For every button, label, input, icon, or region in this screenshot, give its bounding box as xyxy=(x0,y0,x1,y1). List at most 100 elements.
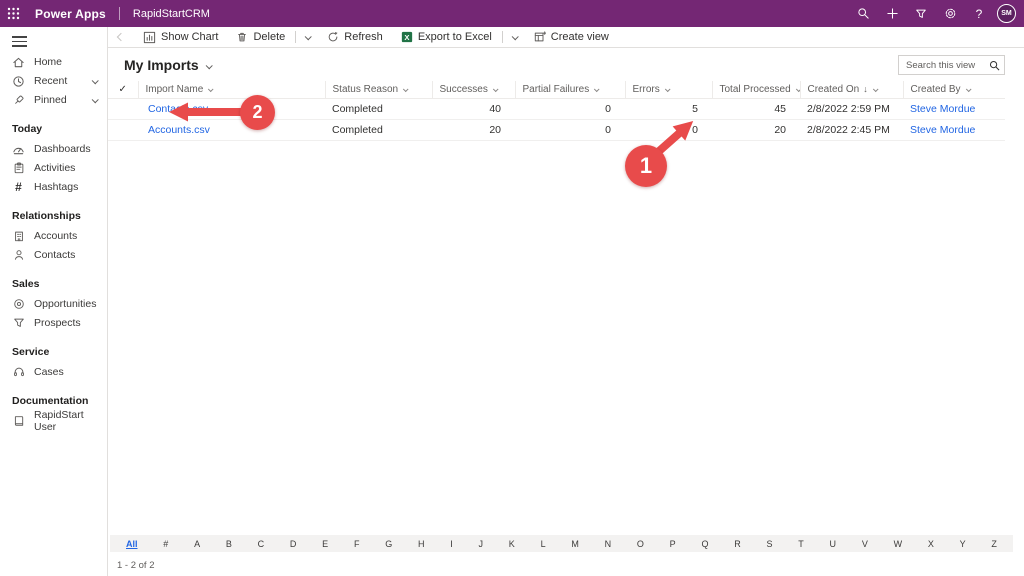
jump-letter-p[interactable]: P xyxy=(670,539,676,549)
add-icon[interactable] xyxy=(881,3,903,25)
jump-letter-j[interactable]: J xyxy=(479,539,484,549)
jump-letter-d[interactable]: D xyxy=(290,539,297,549)
jump-letter-#[interactable]: # xyxy=(163,539,168,549)
chevron-down-icon[interactable] xyxy=(92,94,97,106)
sidebar-item-prospects[interactable]: Prospects xyxy=(0,314,107,333)
chart-icon xyxy=(143,31,156,44)
environment-name[interactable]: RapidStartCRM xyxy=(133,8,210,20)
refresh-button[interactable]: Refresh xyxy=(318,27,392,47)
column-filter-chevron-icon[interactable] xyxy=(665,84,669,95)
delete-button[interactable]: Delete xyxy=(227,27,294,47)
sidebar-item-opportunities[interactable]: Opportunities xyxy=(0,295,107,314)
help-icon[interactable]: ? xyxy=(968,3,990,25)
column-filter-chevron-icon[interactable] xyxy=(966,84,970,95)
jump-letter-v[interactable]: V xyxy=(862,539,868,549)
jump-letter-x[interactable]: X xyxy=(928,539,934,549)
jump-letter-g[interactable]: G xyxy=(385,539,392,549)
view-selector-chevron-icon[interactable] xyxy=(206,56,211,74)
create-view-button[interactable]: Create view xyxy=(525,27,618,47)
jump-letter-z[interactable]: Z xyxy=(991,539,997,549)
sidebar-item-rapidstart-user[interactable]: RapidStart User xyxy=(0,412,107,431)
sidebar-item-contacts[interactable]: Contacts xyxy=(0,246,107,265)
column-filter-chevron-icon[interactable] xyxy=(208,84,212,95)
column-header-label: Created On xyxy=(808,84,860,95)
sidebar-item-dashboards[interactable]: Dashboards xyxy=(0,140,107,159)
jump-letter-l[interactable]: L xyxy=(541,539,546,549)
cell-created-on: 2/8/2022 2:59 PM xyxy=(800,98,903,119)
column-filter-chevron-icon[interactable] xyxy=(796,84,800,95)
filter-icon[interactable] xyxy=(910,3,932,25)
jump-letter-e[interactable]: E xyxy=(322,539,328,549)
jump-letter-k[interactable]: K xyxy=(509,539,515,549)
search-icon[interactable] xyxy=(989,60,1000,71)
record-link[interactable]: Contacts.csv xyxy=(148,103,208,115)
jump-letter-r[interactable]: R xyxy=(734,539,741,549)
column-filter-chevron-icon[interactable] xyxy=(594,84,598,95)
cell-errors: 5 xyxy=(625,98,712,119)
overflow-chevron-icon[interactable] xyxy=(504,27,525,47)
jump-letter-y[interactable]: Y xyxy=(960,539,966,549)
record-link[interactable]: Steve Mordue xyxy=(910,124,975,136)
export-to-excel-button[interactable]: XExport to Excel xyxy=(392,27,501,47)
column-header-errors[interactable]: Errors xyxy=(625,81,712,98)
column-header-label: Status Reason xyxy=(333,84,399,95)
jump-letter-q[interactable]: Q xyxy=(701,539,708,549)
target-icon xyxy=(12,298,25,311)
column-header-import-name[interactable]: Import Name xyxy=(138,81,325,98)
select-all-checkmark-icon[interactable]: ✓ xyxy=(108,81,138,98)
waffle-menu-icon[interactable] xyxy=(0,0,27,27)
jump-letter-s[interactable]: S xyxy=(767,539,773,549)
toolbar-button-label: Show Chart xyxy=(161,31,218,43)
jump-letter-n[interactable]: N xyxy=(605,539,612,549)
jump-letter-o[interactable]: O xyxy=(637,539,644,549)
column-header-created-on[interactable]: Created On↓ xyxy=(800,81,903,98)
jump-letter-m[interactable]: M xyxy=(571,539,579,549)
sitemap-collapse-icon[interactable] xyxy=(12,36,27,47)
sidebar-item-activities[interactable]: Activities xyxy=(0,159,107,178)
settings-gear-icon[interactable] xyxy=(939,3,961,25)
jump-letter-w[interactable]: W xyxy=(894,539,903,549)
overflow-chevron-icon[interactable] xyxy=(297,27,318,47)
clock-icon xyxy=(12,75,25,88)
chevron-down-icon[interactable] xyxy=(92,75,97,87)
column-header-status-reason[interactable]: Status Reason xyxy=(325,81,432,98)
column-filter-chevron-icon[interactable] xyxy=(493,84,497,95)
row-select-cell[interactable] xyxy=(108,98,138,119)
column-filter-chevron-icon[interactable] xyxy=(403,84,407,95)
record-link[interactable]: Steve Mordue xyxy=(910,103,975,115)
jump-letter-all[interactable]: All xyxy=(126,539,138,549)
jump-letter-b[interactable]: B xyxy=(226,539,232,549)
column-header-successes[interactable]: Successes xyxy=(432,81,515,98)
sidebar-item-hashtags[interactable]: #Hashtags xyxy=(0,178,107,197)
app-title[interactable]: Power Apps xyxy=(35,7,106,21)
search-icon[interactable] xyxy=(852,3,874,25)
sidebar-item-pinned[interactable]: Pinned xyxy=(0,91,107,110)
cell-errors: 0 xyxy=(625,119,712,140)
jump-letter-t[interactable]: T xyxy=(798,539,804,549)
sidebar-item-home[interactable]: Home xyxy=(0,53,107,72)
jump-letter-h[interactable]: H xyxy=(418,539,425,549)
column-header-created-by[interactable]: Created By xyxy=(903,81,1005,98)
record-link[interactable]: Accounts.csv xyxy=(148,124,210,136)
show-chart-button[interactable]: Show Chart xyxy=(134,27,227,47)
back-button[interactable] xyxy=(108,34,134,40)
user-avatar[interactable]: SM xyxy=(997,4,1016,23)
view-selector[interactable]: My Imports xyxy=(124,57,199,73)
jump-letter-a[interactable]: A xyxy=(194,539,200,549)
sidebar-item-accounts[interactable]: Accounts xyxy=(0,227,107,246)
sidebar-item-label: RapidStart User xyxy=(34,409,107,433)
column-header-partial-failures[interactable]: Partial Failures xyxy=(515,81,625,98)
jump-letter-u[interactable]: U xyxy=(830,539,837,549)
column-header-total-processed[interactable]: Total Processed xyxy=(712,81,800,98)
sidebar-item-cases[interactable]: Cases xyxy=(0,363,107,382)
jump-letter-c[interactable]: C xyxy=(258,539,265,549)
jump-letter-i[interactable]: I xyxy=(450,539,453,549)
sidebar-item-label: Hashtags xyxy=(34,181,78,193)
sidebar-item-recent[interactable]: Recent xyxy=(0,72,107,91)
column-header-label: Total Processed xyxy=(720,84,791,95)
trash-icon xyxy=(236,31,248,43)
column-filter-chevron-icon[interactable] xyxy=(873,84,877,95)
jump-letter-f[interactable]: F xyxy=(354,539,360,549)
search-input[interactable] xyxy=(899,60,983,71)
row-select-cell[interactable] xyxy=(108,119,138,140)
